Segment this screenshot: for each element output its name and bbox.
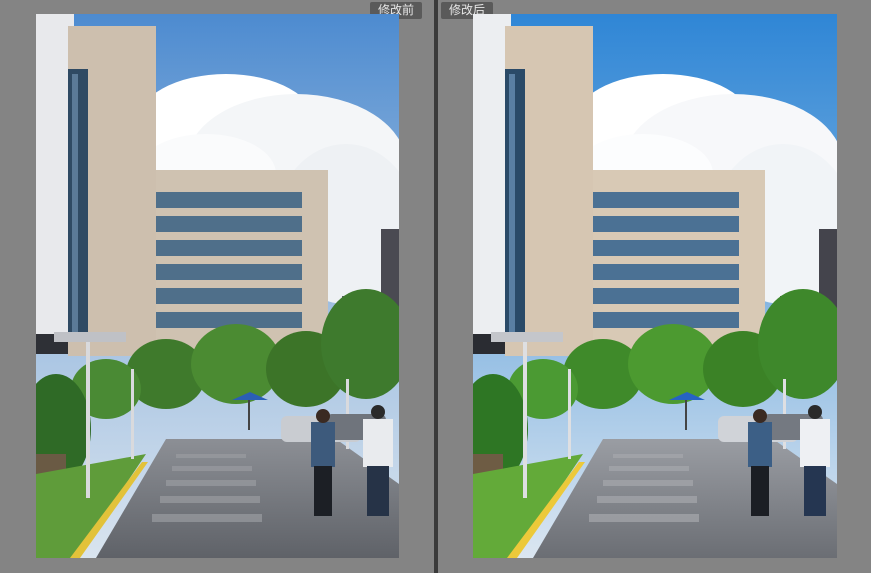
before-photo <box>36 14 399 558</box>
after-photo-scene <box>473 14 837 558</box>
split-divider[interactable] <box>434 0 438 573</box>
before-photo-scene <box>36 14 399 558</box>
after-photo <box>473 14 837 558</box>
comparison-view: 修改前 修改后 <box>0 0 871 573</box>
